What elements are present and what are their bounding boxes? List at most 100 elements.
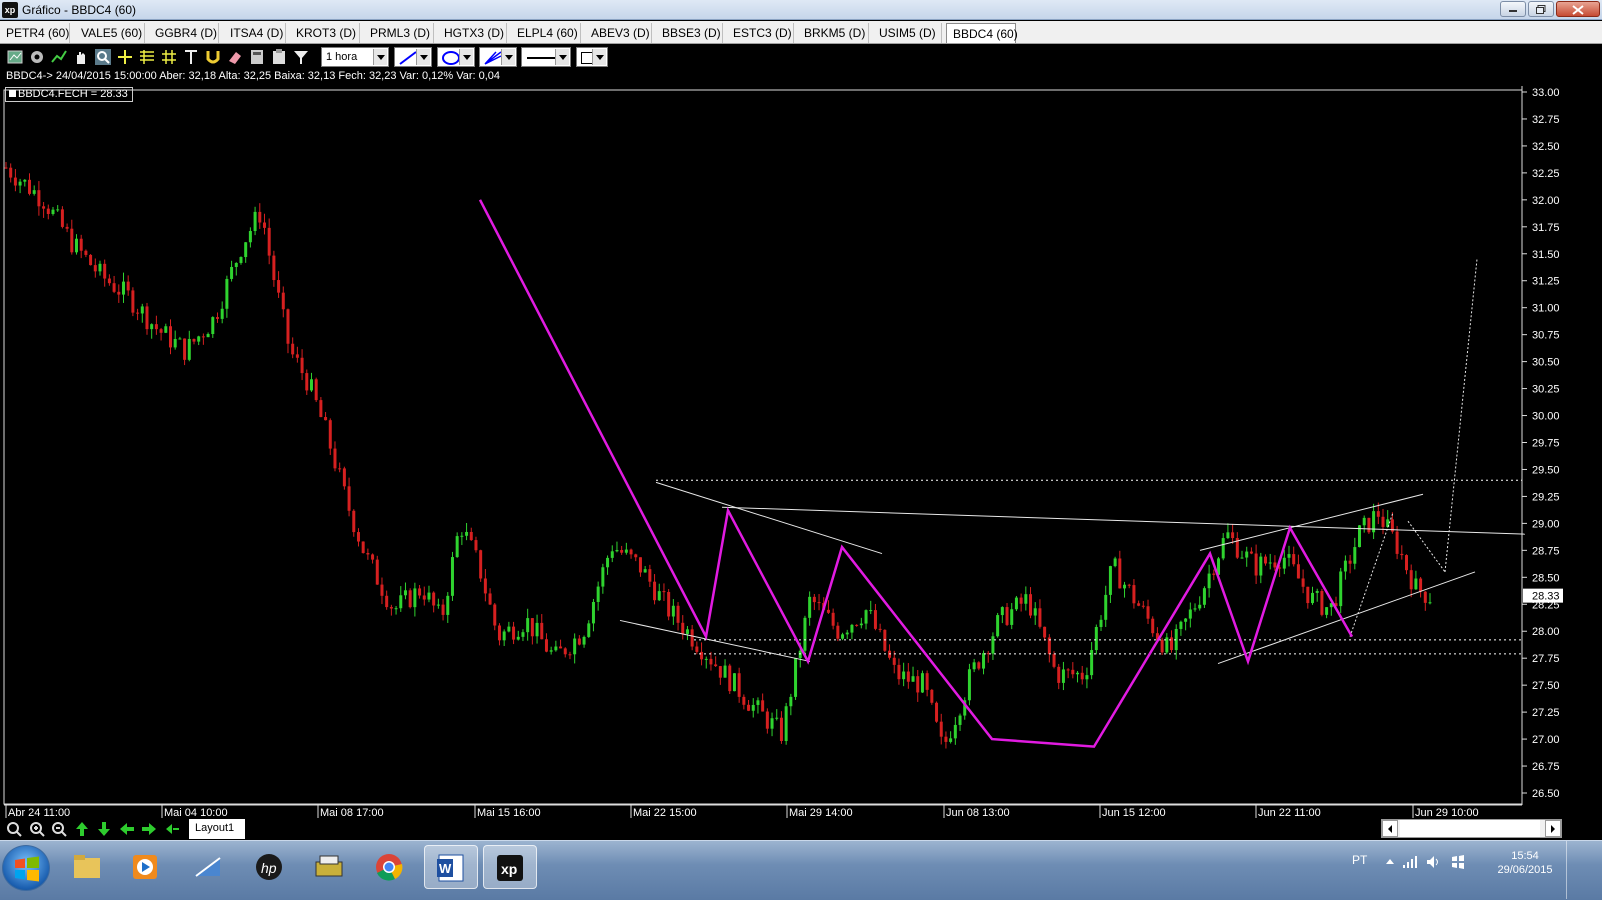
tab-estc3[interactable]: ESTC3 (D) xyxy=(727,23,794,43)
close-button[interactable] xyxy=(1556,1,1600,17)
scroll-left-button[interactable] xyxy=(1382,820,1398,837)
candle-body xyxy=(606,557,610,568)
candle-body xyxy=(911,676,915,682)
candle-body xyxy=(352,510,356,533)
candle-body xyxy=(253,211,257,232)
candle-body xyxy=(328,420,332,449)
quote-info: BBDC4-> 24/04/2015 15:00:00 Aber: 32,18 … xyxy=(6,70,501,82)
tab-vale5[interactable]: VALE5 (60) xyxy=(75,23,145,43)
arrow-up-icon[interactable] xyxy=(73,820,91,838)
show-hidden-icons-icon[interactable] xyxy=(1382,854,1398,870)
clock[interactable]: 15:54 29/06/2015 xyxy=(1490,849,1560,877)
candle-body xyxy=(93,265,97,272)
tab-abev3[interactable]: ABEV3 (D) xyxy=(585,23,652,43)
taskbar-app-scanner[interactable] xyxy=(302,845,356,889)
file-explorer-icon xyxy=(74,855,100,878)
minimize-button[interactable] xyxy=(1500,1,1526,17)
candle-body xyxy=(1296,564,1300,579)
candle-body xyxy=(281,292,285,310)
tab-usim5[interactable]: USIM5 (D) xyxy=(873,23,942,43)
series-legend[interactable]: BBDC4.FECH = 28.33 xyxy=(5,87,133,102)
candle-body xyxy=(1188,609,1192,619)
candle-body xyxy=(1273,562,1277,568)
show-desktop-button[interactable] xyxy=(1566,841,1602,899)
candle-body xyxy=(389,607,393,609)
candle-body xyxy=(1193,608,1197,610)
candle-body xyxy=(215,317,219,319)
candle-body xyxy=(1113,558,1117,567)
arrow-down-icon[interactable] xyxy=(95,820,113,838)
candle-body xyxy=(1061,669,1065,683)
start-button[interactable] xyxy=(2,845,50,891)
candle-body xyxy=(732,673,736,692)
windows-taskbar: PT 15:54 29/06/2015 hp Wxp xyxy=(0,840,1602,900)
candle-body xyxy=(648,569,652,582)
layout-tab[interactable]: Layout1 xyxy=(189,819,245,839)
action-center-icon[interactable] xyxy=(1450,854,1466,870)
language-indicator[interactable]: PT xyxy=(1352,853,1367,867)
y-tick-label: 31.25 xyxy=(1532,276,1560,288)
candle-body xyxy=(84,250,88,255)
volume-icon[interactable] xyxy=(1425,854,1441,870)
candle-body xyxy=(577,638,581,645)
x-tick-label: Jun 08 13:00 xyxy=(946,807,1010,818)
candle-body xyxy=(662,591,666,593)
neckline xyxy=(721,506,1526,535)
tab-itsa4[interactable]: ITSA4 (D) xyxy=(224,23,286,43)
arrow-right-icon[interactable] xyxy=(140,820,158,838)
taskbar-app-network[interactable] xyxy=(180,845,234,889)
candle-body xyxy=(676,605,680,623)
candle-body xyxy=(709,658,713,665)
tab-petr4[interactable]: PETR4 (60) xyxy=(0,23,70,43)
candle-body xyxy=(714,664,718,667)
taskbar-app-hp[interactable]: hp xyxy=(242,845,296,889)
tab-bbdc4[interactable]: BBDC4 (60) xyxy=(946,23,1018,43)
candle-body xyxy=(338,468,342,470)
taskbar-app-media-player[interactable] xyxy=(118,845,172,889)
scroll-thumb[interactable] xyxy=(1400,820,1540,837)
candle-body xyxy=(1043,626,1047,638)
candle-body xyxy=(1179,621,1183,629)
rising-support-line xyxy=(1217,571,1476,665)
zoom-out-icon[interactable] xyxy=(50,820,68,838)
candle-body xyxy=(869,610,873,612)
candle-body xyxy=(967,669,971,701)
y-tick-label: 32.25 xyxy=(1532,168,1560,180)
tab-ggbr4[interactable]: GGBR4 (D) xyxy=(149,23,219,43)
candle-body xyxy=(1033,608,1037,616)
tab-bbse3[interactable]: BBSE3 (D) xyxy=(656,23,723,43)
candle-body xyxy=(465,531,469,536)
candle-body xyxy=(23,179,27,182)
tab-krot3[interactable]: KROT3 (D) xyxy=(290,23,360,43)
tab-hgtx3[interactable]: HGTX3 (D) xyxy=(438,23,507,43)
arrow-end-icon[interactable] xyxy=(163,820,181,838)
network-signal-icon[interactable] xyxy=(1402,854,1418,870)
horizontal-scrollbar[interactable] xyxy=(1381,819,1562,838)
arrow-left-icon[interactable] xyxy=(118,820,136,838)
tab-elpl4[interactable]: ELPL4 (60) xyxy=(511,23,581,43)
candle-body xyxy=(624,549,628,553)
candle-body xyxy=(1306,586,1310,604)
maximize-button[interactable] xyxy=(1528,1,1554,17)
candle-body xyxy=(779,717,783,742)
tab-brkm5[interactable]: BRKM5 (D) xyxy=(798,23,869,43)
y-tick-label: 31.50 xyxy=(1532,249,1560,261)
tab-prml3[interactable]: PRML3 (D) xyxy=(364,23,434,43)
taskbar-app-file-explorer[interactable] xyxy=(60,845,114,889)
candle-body xyxy=(408,590,412,608)
price-chart[interactable]: 33.00 32.75 32.50 32.25 32.00 31.75 31.50 31.25… xyxy=(0,45,1602,818)
candle-body xyxy=(117,291,121,295)
y-tick-label: 33.00 xyxy=(1532,87,1560,99)
y-tick-label: 30.50 xyxy=(1532,357,1560,369)
scroll-right-button[interactable] xyxy=(1545,820,1561,837)
candle-body xyxy=(1184,618,1188,622)
candle-body xyxy=(549,650,553,652)
candle-body xyxy=(460,535,464,537)
candle-body xyxy=(418,588,422,596)
zoom-reset-icon[interactable] xyxy=(5,820,23,838)
candle-body xyxy=(1207,573,1211,589)
taskbar-app-xp[interactable]: xp xyxy=(483,845,537,889)
zoom-in-icon[interactable] xyxy=(28,820,46,838)
taskbar-app-word[interactable]: W xyxy=(424,845,478,889)
taskbar-app-chrome[interactable] xyxy=(362,845,416,889)
